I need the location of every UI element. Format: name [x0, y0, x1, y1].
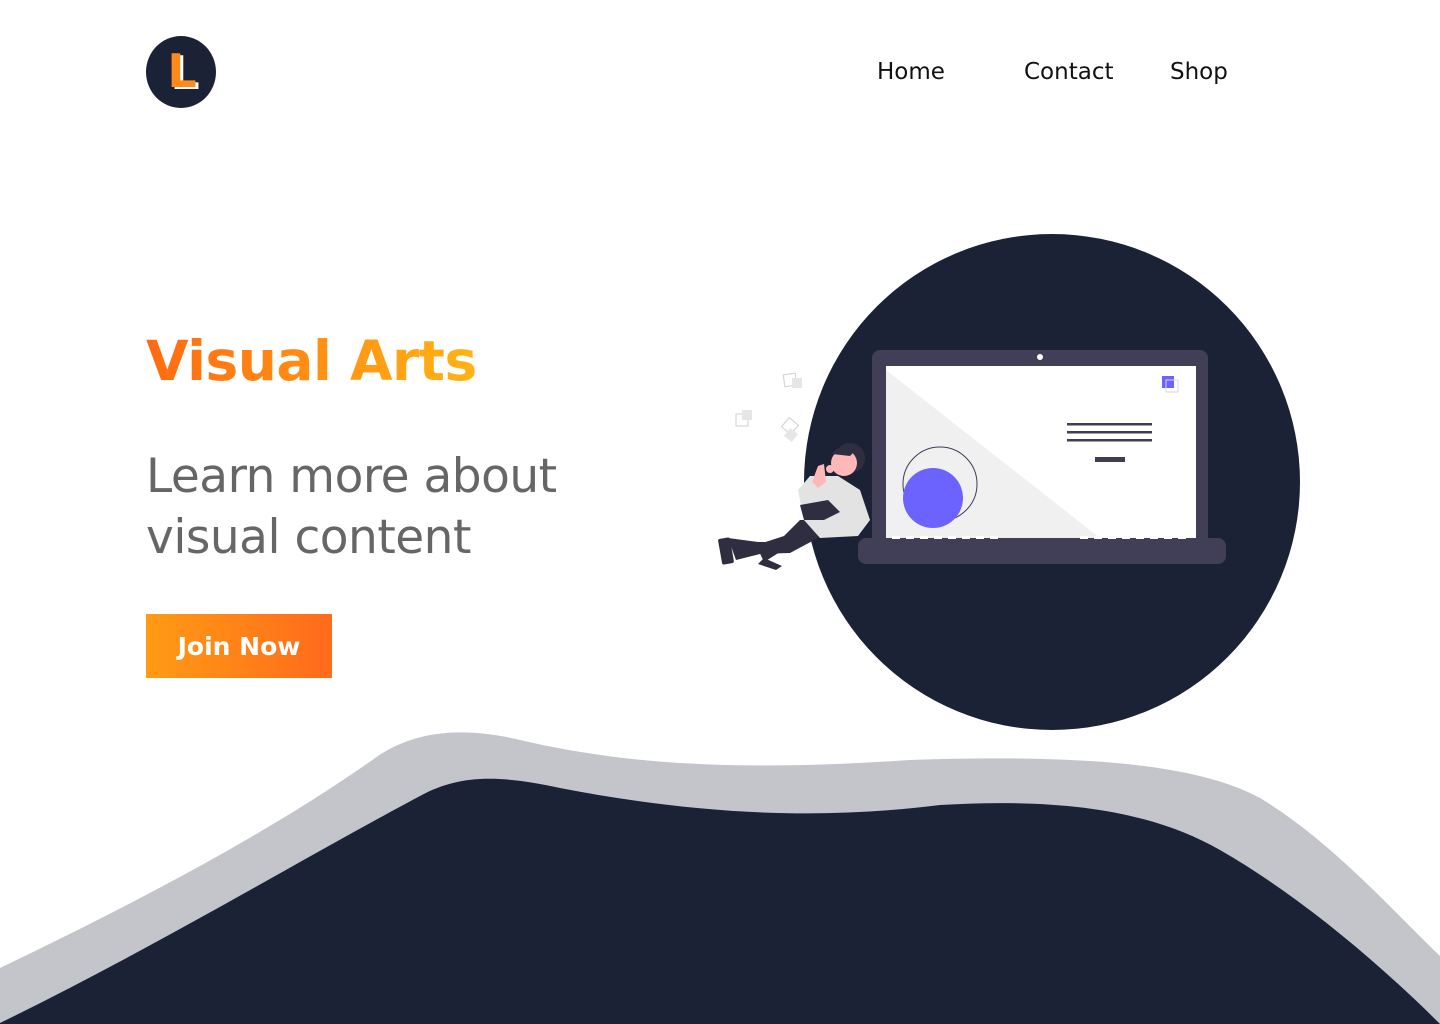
nav-home-link[interactable]: Home — [877, 56, 945, 88]
hero-subtitle: Learn more about visual content — [146, 449, 557, 565]
floating-squares — [735, 372, 802, 443]
join-now-button[interactable]: Join Now — [146, 614, 332, 678]
laptop-base — [858, 538, 1226, 564]
logo-letter: L — [167, 44, 197, 98]
bottom-waves — [0, 732, 1440, 1024]
person-laptop-illustration — [718, 234, 1300, 730]
nav-contact-link[interactable]: Contact — [1024, 56, 1113, 88]
hero-title: Visual Arts — [146, 326, 477, 396]
screen-purple-circle — [903, 468, 963, 528]
nav-shop-link[interactable]: Shop — [1170, 56, 1228, 88]
logo[interactable]: L — [146, 36, 216, 108]
